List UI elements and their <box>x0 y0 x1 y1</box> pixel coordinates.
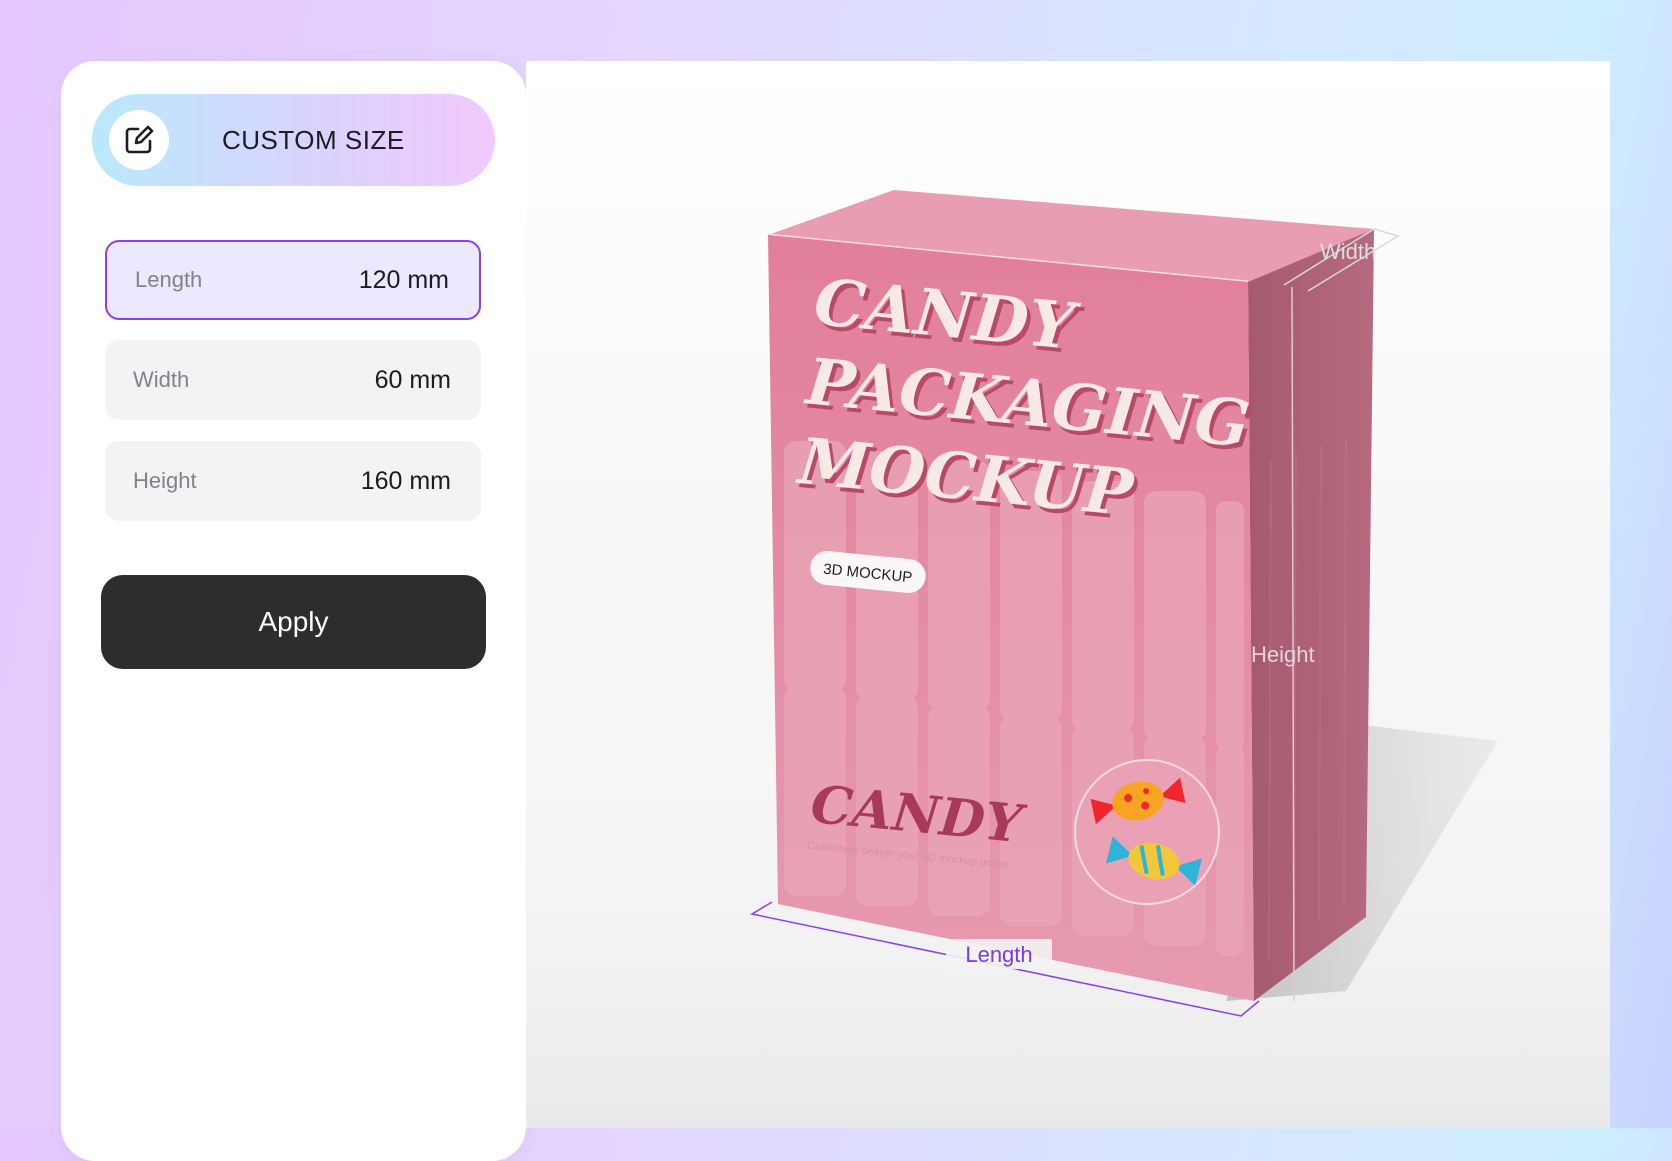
box-side-face <box>1248 229 1374 1001</box>
apply-button[interactable]: Apply <box>101 575 486 669</box>
length-field-value[interactable]: 120 mm <box>359 242 449 318</box>
edit-icon <box>109 110 169 170</box>
height-field[interactable]: Height 160 mm <box>105 441 481 521</box>
height-field-value[interactable]: 160 mm <box>361 441 451 521</box>
width-field[interactable]: Width 60 mm <box>105 340 481 420</box>
width-dimension-label: Width <box>1320 239 1376 264</box>
width-field-label: Width <box>133 367 190 392</box>
box-mockup-illustration: CANDY CANDY PACKAGING PACKAGING MOCKUP M… <box>526 190 1610 1128</box>
height-dimension-label: Height <box>1251 642 1315 667</box>
height-field-label: Height <box>133 468 197 493</box>
length-dimension-label: Length <box>965 942 1032 967</box>
panel-title: CUSTOM SIZE <box>222 125 405 155</box>
width-field-value[interactable]: 60 mm <box>375 340 451 420</box>
custom-size-header[interactable]: CUSTOM SIZE <box>92 94 495 186</box>
candy-circle <box>1074 759 1220 905</box>
custom-size-panel: CUSTOM SIZE Length 120 mm Width 60 mm He… <box>61 61 526 1161</box>
length-field[interactable]: Length 120 mm <box>105 240 481 320</box>
mockup-preview[interactable]: CANDY CANDY PACKAGING PACKAGING MOCKUP M… <box>526 61 1610 1128</box>
length-field-label: Length <box>135 267 203 292</box>
